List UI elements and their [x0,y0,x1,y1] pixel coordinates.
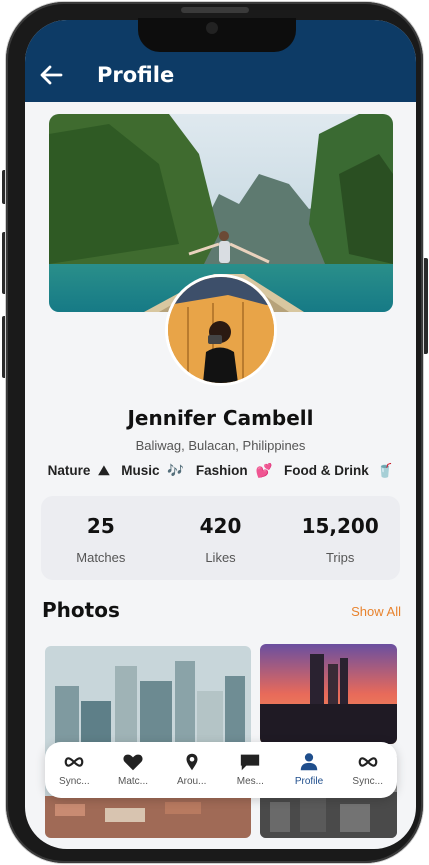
stat-likes: 420 Likes [161,496,281,580]
photos-heading: Photos [42,598,120,622]
interest-tags: Nature ⛰ Music 🎶 Fashion 💕 Food & Drink … [25,463,416,479]
stat-value: 15,200 [301,514,379,538]
nav-item-around[interactable]: Arou... [162,742,221,798]
speaker-grille [181,7,249,13]
page-title: Profile [97,63,175,87]
stat-label: Likes [205,550,236,565]
nav-label: Mes... [236,776,264,787]
phone-frame: Profile Jennifer Cambell Baliwag, Bulaca… [6,2,423,863]
phone-notch [138,18,296,52]
nav-label: Matc... [118,776,149,787]
profile-avatar[interactable] [165,274,277,386]
profile-location: Baliwag, Bulacan, Philippines [135,438,306,453]
back-arrow-icon [40,65,63,85]
nav-item-messages[interactable]: Mes... [221,742,280,798]
nav-item-matches[interactable]: Matc... [104,742,163,798]
stats-card: 25 Matches 420 Likes 15,200 Trips [41,496,400,580]
stat-value: 25 [86,514,115,538]
stat-value: 420 [199,514,242,538]
person-icon [300,753,318,771]
profile-name: Jennifer Cambell [127,406,314,430]
photo-sunset-city[interactable] [260,644,397,744]
nav-label: Sync... [352,776,383,787]
interest-tag-music: Music 🎶 [121,463,185,478]
nav-label: Arou... [176,776,207,787]
infinity-icon [64,757,84,767]
stat-label: Trips [325,550,355,565]
stat-trips: 15,200 Trips [280,496,400,580]
nav-item-sync-2[interactable]: Sync... [338,742,397,798]
screen: Profile Jennifer Cambell Baliwag, Bulaca… [25,20,416,849]
bottom-navigation: Sync... Matc... Arou... Mes... Profile S… [45,742,397,798]
interest-tag-fashion: Fashion 💕 [195,463,273,478]
back-button[interactable] [39,64,67,86]
stat-matches: 25 Matches [41,496,161,580]
heart-icon [123,754,143,771]
front-camera [206,22,218,34]
infinity-icon [358,757,378,767]
power-button [423,258,428,354]
nav-item-sync[interactable]: Sync... [45,742,104,798]
interest-tag-nature: Nature ⛰ [47,463,110,478]
nav-label: Profile [294,776,324,787]
message-icon [241,754,260,771]
show-all-link[interactable]: Show All [351,604,401,619]
nav-item-profile[interactable]: Profile [280,742,339,798]
location-pin-icon [186,753,198,771]
stat-label: Matches [76,550,126,565]
nav-label: Sync... [59,776,90,787]
interest-tag-food-drink: Food & Drink 🥤 [284,463,394,478]
